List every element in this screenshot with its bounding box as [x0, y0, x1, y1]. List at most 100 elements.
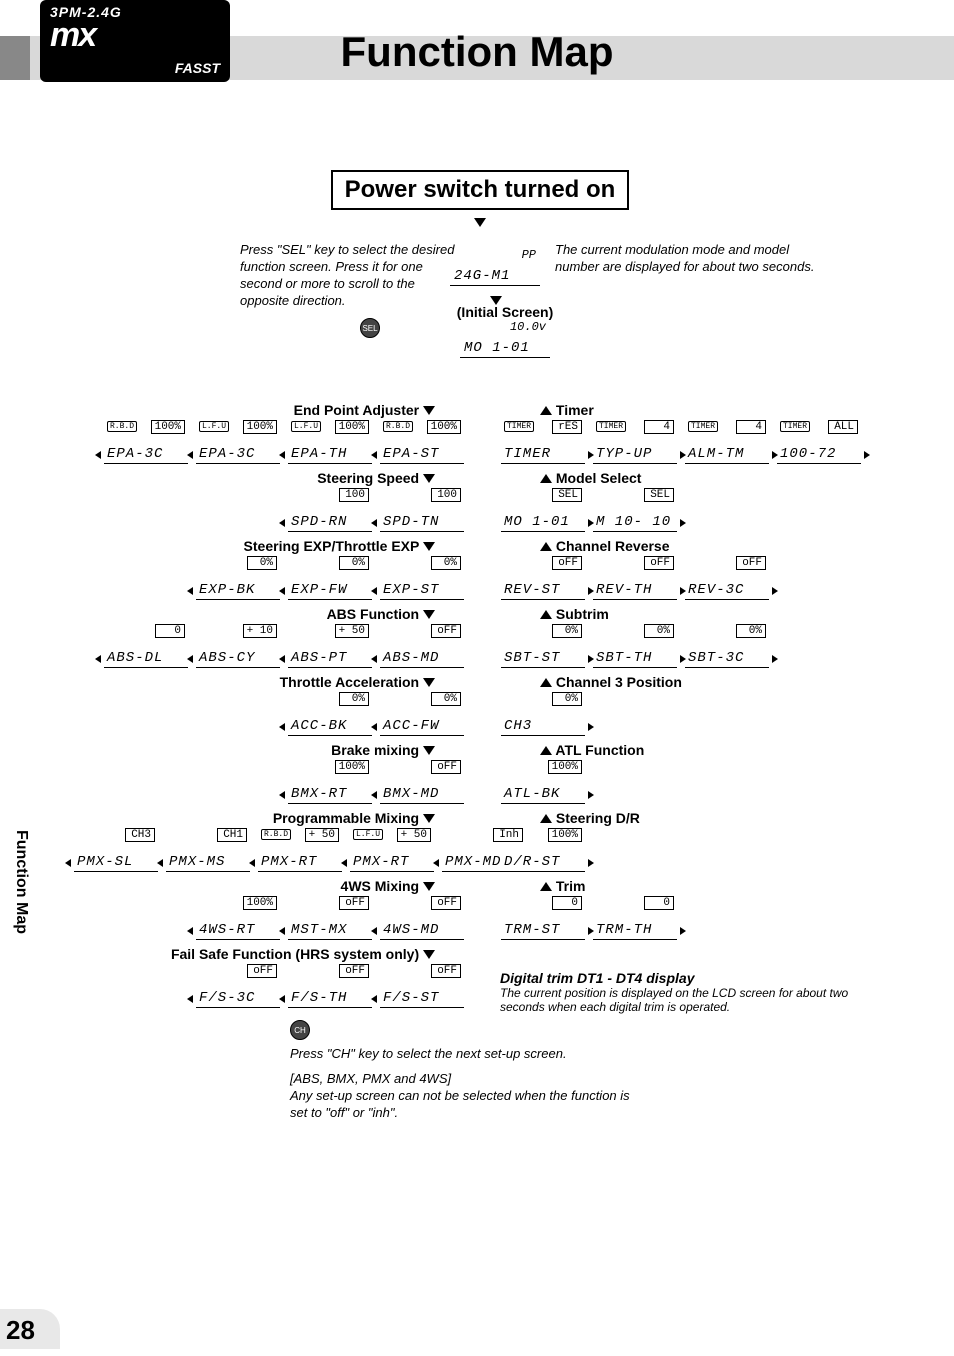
display-cell: 0% ACC-BK: [288, 692, 372, 736]
initial-bottom: MO 1-01: [464, 340, 530, 356]
cell-value: CH1: [217, 828, 247, 842]
cell-tag: L.F.U: [291, 421, 321, 432]
display-cell: oFFABS-MD: [380, 624, 464, 668]
arrow-right-icon: [588, 859, 594, 867]
cell-value: 100: [339, 488, 369, 502]
display-cell: CH1PMX-MS: [166, 828, 250, 872]
cell-label: SPD-RN: [291, 514, 347, 530]
arrow-left-icon: [279, 723, 285, 731]
arrow-up-icon: [540, 882, 552, 891]
cell-label: EXP-ST: [383, 582, 439, 598]
arrow-down-icon: [423, 950, 435, 959]
function-group: End Point Adjuster R.B.D100%EPA-3CL.F.U1…: [65, 402, 465, 464]
cell-label: M 10- 10: [596, 514, 671, 530]
arrow-down-icon: [474, 218, 486, 227]
cell-label: SBT-TH: [596, 650, 652, 666]
cell-row: 100SPD-RN100SPD-TN: [65, 488, 465, 532]
cell-row: 100%4WS-RToFFMST-MXoFF4WS-MD: [65, 896, 465, 940]
arrow-right-icon: [588, 791, 594, 799]
cell-tag: TIMER: [688, 421, 718, 432]
group-label: Channel Reverse: [556, 538, 670, 554]
sel-button[interactable]: SEL: [360, 318, 380, 338]
arrow-right-icon: [680, 927, 686, 935]
display-cell: 0% SBT-TH: [593, 624, 677, 668]
function-group: ABS Function 0ABS-DL+ 10ABS-CY+ 50ABS-PT…: [65, 606, 465, 668]
cell-label: ALM-TM: [688, 446, 744, 462]
arrow-right-icon: [772, 655, 778, 663]
display-cell: 100%BMX-RT: [288, 760, 372, 804]
arrow-up-icon: [540, 406, 552, 415]
cell-label: EXP-FW: [291, 582, 347, 598]
cell-label: PMX-SL: [77, 854, 133, 870]
cell-value: 0%: [644, 624, 674, 638]
abs-note-body: Any set-up screen can not be selected wh…: [290, 1088, 630, 1120]
group-label: Steering EXP/Throttle EXP: [244, 538, 420, 554]
cell-value: 0%: [431, 692, 461, 706]
cell-value: 0%: [552, 692, 582, 706]
arrow-up-icon: [540, 542, 552, 551]
display-cell: oFFREV-3C: [685, 556, 769, 600]
cell-row: oFFF/S-3CoFFF/S-THoFFF/S-ST: [65, 964, 465, 1008]
page-number: 28: [6, 1315, 35, 1346]
function-group: Channel 3 Position0%CH3: [500, 674, 900, 736]
cell-tag: L.F.U: [353, 829, 383, 840]
cell-label: MST-MX: [291, 922, 347, 938]
cell-row: 0TRM-ST0TRM-TH: [500, 896, 900, 940]
display-cell: L.F.U+ 50PMX-RT: [350, 828, 434, 872]
display-cell: TIMER4TYP-UP: [593, 420, 677, 464]
cell-value: 0%: [339, 692, 369, 706]
cell-label: REV-ST: [504, 582, 560, 598]
cell-row: 0%EXP-BK0%EXP-FW0%EXP-ST: [65, 556, 465, 600]
function-group: Trim0TRM-ST0TRM-TH: [500, 878, 900, 940]
function-group: Brake mixing 100%BMX-RToFFBMX-MD: [65, 742, 465, 804]
function-group: Model SelectSELMO 1-01SELM 10- 10: [500, 470, 900, 532]
arrow-right-icon: [680, 519, 686, 527]
cell-value: 100%: [548, 760, 582, 774]
display-cell: + 50ABS-PT: [288, 624, 372, 668]
cell-value: 0: [552, 896, 582, 910]
sel-key-note: Press "SEL" key to select the desired fu…: [240, 242, 460, 310]
cell-label: REV-3C: [688, 582, 744, 598]
arrow-down-icon: [423, 678, 435, 687]
cell-label: ACC-FW: [383, 718, 439, 734]
arrow-left-icon: [65, 859, 71, 867]
initial-top: 10.0v: [510, 320, 546, 334]
cell-value: SEL: [552, 488, 582, 502]
cell-label: ACC-BK: [291, 718, 347, 734]
cell-value: 0%: [736, 624, 766, 638]
cell-label: F/S-3C: [199, 990, 255, 1006]
group-label: ABS Function: [327, 606, 420, 622]
cell-value: oFF: [431, 624, 461, 638]
cell-value: 0%: [247, 556, 277, 570]
arrow-down-icon: [423, 474, 435, 483]
arrow-up-icon: [540, 678, 552, 687]
display-cell: TIMERALL100-72: [777, 420, 861, 464]
display-cell: oFFBMX-MD: [380, 760, 464, 804]
cell-value: 100%: [335, 420, 369, 434]
group-label: ATL Function: [555, 742, 644, 758]
display-cell: R.B.D100%EPA-3C: [104, 420, 188, 464]
modulation-display: PP 24G-M1: [450, 248, 540, 286]
cell-label: TIMER: [504, 446, 551, 462]
ch-button[interactable]: CH: [290, 1020, 310, 1040]
left-column: End Point Adjuster R.B.D100%EPA-3CL.F.U1…: [65, 400, 465, 1014]
display-cell: L.F.U100%EPA-3C: [196, 420, 280, 464]
cell-label: EPA-3C: [199, 446, 255, 462]
display-cell: 0ABS-DL: [104, 624, 188, 668]
function-group: ATL Function100%ATL-BK: [500, 742, 900, 804]
modulation-bottom: 24G-M1: [454, 268, 510, 284]
cell-value: 100%: [548, 828, 582, 842]
cell-label: EPA-3C: [107, 446, 163, 462]
cell-value: 0: [155, 624, 185, 638]
display-cell: 0% CH3: [501, 692, 585, 736]
display-cell: SELMO 1-01: [501, 488, 585, 532]
function-group: TimerTIMERrESTIMERTIMER4TYP-UPTIMER4ALM-…: [500, 402, 900, 464]
arrow-right-icon: [772, 587, 778, 595]
cell-value: oFF: [431, 760, 461, 774]
cell-label: EPA-TH: [291, 446, 347, 462]
cell-value: 4: [736, 420, 766, 434]
function-group: Steering EXP/Throttle EXP 0%EXP-BK0%EXP-…: [65, 538, 465, 600]
cell-label: CH3: [504, 718, 532, 734]
display-cell: R.B.D+ 50PMX-RT: [258, 828, 342, 872]
display-cell: oFFF/S-TH: [288, 964, 372, 1008]
